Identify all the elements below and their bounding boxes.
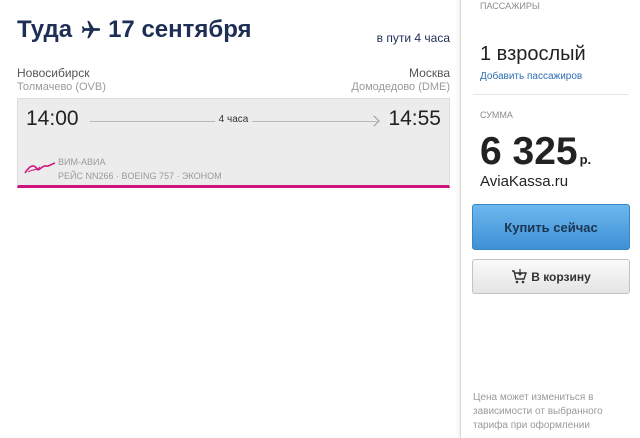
- flight-details: РЕЙС NN266 · BOEING 757 · ЭКОНОМ: [58, 171, 222, 181]
- brand-name: AviaKassa.ru: [480, 173, 569, 190]
- price-value: 6 325: [480, 130, 578, 173]
- price-currency: р.: [579, 152, 592, 167]
- flight-segment[interactable]: 14:00 4 часа 14:55 ВИМ-АВИА РЕЙС NN266 ·…: [17, 98, 450, 188]
- arrival-time: 14:55: [388, 107, 441, 130]
- divider: [473, 94, 629, 95]
- sum-label: СУММА: [480, 110, 513, 120]
- add-passengers-link[interactable]: Добавить пассажиров: [480, 71, 582, 82]
- flight-date: 17 сентября: [108, 16, 252, 43]
- add-to-cart-button[interactable]: В корзину: [472, 259, 630, 294]
- origin-airport: Толмачево (OVB): [17, 81, 106, 93]
- passengers-count: 1 взрослый: [480, 43, 586, 65]
- flight-panel: Туда 17 сентября в пути 4 часа Новосибир…: [0, 0, 460, 438]
- price: 6 325 р.: [480, 130, 591, 174]
- airline-logo: [24, 161, 56, 175]
- cart-button-label: В корзину: [531, 269, 591, 284]
- direction-label: Туда: [17, 16, 73, 43]
- plane-icon: [80, 19, 102, 41]
- origin-city: Новосибирск: [17, 66, 90, 80]
- booking-sidebar: ПАССАЖИРЫ 1 взрослый Добавить пассажиров…: [460, 0, 640, 438]
- price-note: Цена может измениться в зависимости от в…: [473, 392, 603, 431]
- destination-airport: Домодедово (DME): [351, 81, 450, 93]
- departure-time: 14:00: [26, 107, 79, 130]
- flight-duration: 4 часа: [214, 114, 253, 125]
- destination-city: Москва: [409, 66, 450, 80]
- airline-name: ВИМ-АВИА: [58, 157, 106, 167]
- cart-icon: [512, 269, 528, 284]
- passengers-label: ПАССАЖИРЫ: [480, 1, 540, 11]
- buy-now-button[interactable]: Купить сейчас: [472, 204, 630, 250]
- page-title: Туда 17 сентября: [17, 16, 252, 44]
- total-duration: в пути 4 часа: [376, 31, 450, 45]
